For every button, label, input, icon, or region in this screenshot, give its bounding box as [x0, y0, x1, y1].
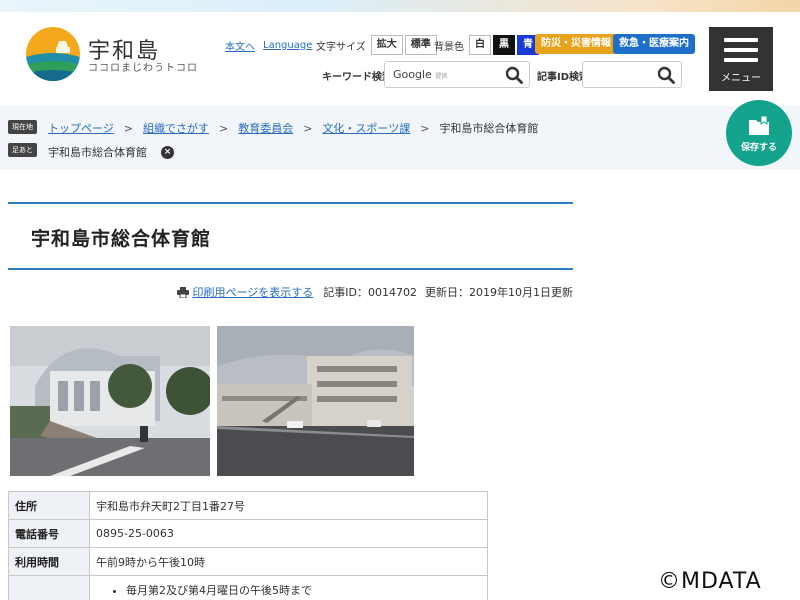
trail-badge: 足あと [8, 143, 37, 157]
logo-tagline: ココロまじわうトコロ [88, 63, 198, 74]
article-id-search-input[interactable] [582, 61, 682, 88]
search-icon[interactable] [505, 66, 523, 84]
bg-color-label: 背景色 [434, 41, 464, 53]
save-button[interactable]: 保存する [726, 100, 792, 166]
breadcrumb-item-top[interactable]: トップページ [48, 120, 114, 136]
utility-links: 本文へ Language [225, 35, 312, 55]
bg-white-button[interactable]: 白 [469, 35, 491, 55]
skip-to-content-link[interactable]: 本文へ [225, 38, 255, 53]
breadcrumb-item-culture-sports[interactable]: 文化・スポーツ課 [322, 120, 410, 136]
table-row: 毎月第2及び第4月曜日の午後5時まで [8, 575, 488, 600]
phone-value: 0895-25-0063 [89, 519, 488, 548]
gym-photo-side [217, 326, 414, 476]
page-title-block: 宇和島市総合体育館 [8, 202, 573, 270]
article-meta: 印刷用ページを表示する 記事ID：0014702 更新日：2019年10月1日更… [176, 284, 573, 300]
font-size-control: 文字サイズ 拡大 標準 [316, 35, 437, 55]
breadcrumb-item-board-of-education[interactable]: 教育委員会 [238, 120, 293, 136]
gym-photo-front [10, 326, 210, 476]
clear-trail-icon[interactable]: × [161, 145, 174, 159]
updated-date: 更新日：2019年10月1日更新 [425, 286, 573, 299]
font-size-label: 文字サイズ [316, 41, 366, 53]
font-enlarge-button[interactable]: 拡大 [370, 35, 403, 55]
closed-days-item: 毎月第2及び第4月曜日の午後5時まで [126, 582, 481, 598]
top-decor-bar [0, 0, 800, 12]
bg-black-button[interactable]: 黒 [493, 35, 515, 55]
hours-key: 利用時間 [8, 547, 90, 576]
current-location-badge: 現在地 [8, 120, 37, 134]
printer-icon [176, 286, 189, 298]
watermark: ©MDATA [658, 569, 762, 594]
google-provided-label: 提供 [435, 73, 448, 80]
hamburger-icon [724, 38, 758, 42]
address-key: 住所 [8, 491, 90, 520]
save-label: 保存する [740, 143, 777, 153]
disaster-info-button[interactable]: 防災・災害情報 [535, 34, 617, 54]
address-value: 宇和島市弁天町2丁目1番27号 [89, 491, 488, 520]
site-logo[interactable]: 宇和島 ココロまじわうトコロ [26, 27, 197, 83]
trail-item[interactable]: 宇和島市総合体育館 [48, 144, 147, 160]
logo-mark-icon [26, 27, 80, 81]
print-page-link[interactable]: 印刷用ページを表示する [193, 284, 314, 300]
closed-key [8, 575, 90, 600]
page-title: 宇和島市総合体育館 [31, 228, 212, 250]
search-icon[interactable] [657, 66, 675, 84]
table-row: 住所 宇和島市弁天町2丁目1番27号 [8, 491, 488, 520]
keyword-search-label: キーワード検索 [322, 72, 392, 83]
article-id: 記事ID：0014702 [323, 286, 417, 299]
google-label: Google [393, 68, 432, 81]
keyword-search-input[interactable]: Google 提供 [384, 61, 530, 88]
emergency-info-button[interactable]: 救急・医療案内 [613, 34, 695, 54]
breadcrumb-area: 現在地 トップページ > 組織でさがす > 教育委員会 > 文化・スポーツ課 >… [0, 106, 800, 170]
phone-key: 電話番号 [8, 519, 90, 548]
menu-label: メニュー [721, 73, 761, 84]
table-row: 電話番号 0895-25-0063 [8, 519, 488, 548]
hours-value: 午前9時から午後10時 [89, 547, 488, 576]
trail-row: 宇和島市総合体育館 × [48, 144, 174, 160]
breadcrumb-item-current: 宇和島市総合体育館 [439, 122, 539, 135]
language-link[interactable]: Language [263, 40, 312, 51]
breadcrumb: トップページ > 組織でさがす > 教育委員会 > 文化・スポーツ課 > 宇和島… [48, 120, 539, 136]
folder-icon [749, 115, 769, 135]
bg-color-control: 背景色 白 黒 青 [434, 35, 539, 55]
facility-info-table: 住所 宇和島市弁天町2丁目1番27号 電話番号 0895-25-0063 利用時… [8, 491, 488, 600]
breadcrumb-item-organization[interactable]: 組織でさがす [143, 120, 209, 136]
menu-button[interactable]: メニュー [709, 27, 773, 91]
font-standard-button[interactable]: 標準 [404, 35, 437, 55]
table-row: 利用時間 午前9時から午後10時 [8, 547, 488, 576]
